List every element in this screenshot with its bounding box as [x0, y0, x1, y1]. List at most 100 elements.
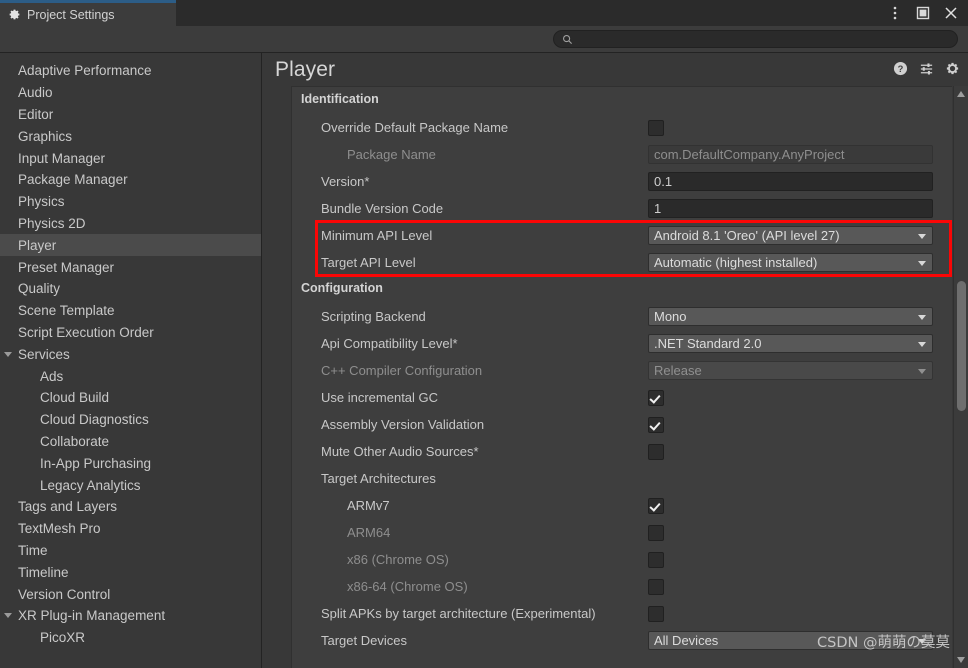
sidebar-item-label: Services: [18, 346, 70, 362]
sidebar-item-physics[interactable]: Physics: [0, 191, 261, 213]
help-icon[interactable]: ?: [893, 61, 908, 76]
checkbox[interactable]: [648, 605, 664, 622]
chevron-down-icon[interactable]: [4, 351, 12, 357]
row-label: Scripting Backend: [321, 309, 426, 324]
sidebar-item-scene-template[interactable]: Scene Template: [0, 300, 261, 322]
sidebar-item-label: In-App Purchasing: [40, 455, 152, 471]
row-label: Target Architectures: [321, 471, 436, 486]
close-icon[interactable]: [938, 1, 964, 25]
sidebar-item-collaborate[interactable]: Collaborate: [0, 431, 261, 453]
panel-header-icons: ?: [893, 61, 960, 76]
inspector-scrollbar[interactable]: [953, 86, 968, 668]
sidebar-item-label: Legacy Analytics: [40, 477, 141, 493]
settings-category-sidebar[interactable]: Adaptive Performance Audio Editor Graphics I…: [0, 53, 262, 668]
title-bar: Project Settings: [0, 0, 968, 26]
checkbox[interactable]: [648, 497, 664, 514]
sidebar-item-quality[interactable]: Quality: [0, 278, 261, 300]
checkbox[interactable]: [648, 551, 664, 568]
text-field[interactable]: 0.1: [648, 172, 933, 191]
sidebar-item-physics-2d[interactable]: Physics 2D: [0, 213, 261, 235]
settings-gear-icon[interactable]: [945, 61, 960, 76]
preset-icon[interactable]: [919, 61, 934, 76]
sidebar-item-label: Timeline: [18, 564, 69, 580]
section-title: Identification: [301, 92, 379, 106]
row-label: Bundle Version Code: [321, 201, 444, 216]
sidebar-item-label: Version Control: [18, 586, 111, 602]
sidebar-item-label: Scene Template: [18, 303, 115, 319]
settings-row: Use incremental GC: [292, 384, 952, 411]
sidebar-item-label: Physics: [18, 194, 65, 210]
row-label: Override Default Package Name: [321, 120, 509, 135]
dropdown-value: All Devices: [654, 633, 719, 648]
sidebar-item-services[interactable]: Services: [0, 343, 261, 365]
dropdown-value: Mono: [654, 309, 687, 324]
sidebar-item-label: Collaborate: [40, 433, 110, 449]
sidebar-item-label: PicoXR: [40, 630, 86, 646]
checkbox[interactable]: [648, 119, 664, 136]
row-label: ARM64: [347, 525, 391, 540]
settings-row: ARM64: [292, 519, 952, 546]
settings-row: Assembly Version Validation: [292, 411, 952, 438]
chevron-down-icon[interactable]: [4, 613, 12, 619]
sidebar-item-adaptive-performance[interactable]: Adaptive Performance: [0, 60, 261, 82]
sidebar-item-legacy-analytics[interactable]: Legacy Analytics: [0, 474, 261, 496]
sidebar-item-label: Preset Manager: [18, 259, 115, 275]
more-options-icon[interactable]: [882, 1, 908, 25]
row-label: Minimum API Level: [321, 228, 433, 243]
tab-project-settings[interactable]: Project Settings: [0, 0, 176, 26]
sidebar-item-tags-and-layers[interactable]: Tags and Layers: [0, 496, 261, 518]
row-label: Assembly Version Validation: [321, 417, 485, 432]
search-box[interactable]: [553, 30, 958, 48]
sidebar-item-time[interactable]: Time: [0, 540, 261, 562]
settings-row: Minimum API Level Android 8.1 'Oreo' (API…: [292, 222, 952, 249]
settings-row: Target API Level Automatic (highest insta…: [292, 249, 952, 276]
sidebar-item-audio[interactable]: Audio: [0, 82, 261, 104]
sidebar-item-preset-manager[interactable]: Preset Manager: [0, 256, 261, 278]
sidebar-item-editor[interactable]: Editor: [0, 104, 261, 126]
dropdown[interactable]: Android 8.1 'Oreo' (API level 27): [648, 226, 933, 245]
dropdown-value: .NET Standard 2.0: [654, 336, 762, 351]
dropdown[interactable]: .NET Standard 2.0: [648, 334, 933, 353]
sidebar-item-textmesh-pro[interactable]: TextMesh Pro: [0, 518, 261, 540]
checkbox[interactable]: [648, 578, 664, 595]
sidebar-item-in-app-purchasing[interactable]: In-App Purchasing: [0, 452, 261, 474]
chevron-down-icon: [918, 260, 926, 266]
row-label: Split APKs by target architecture (Exper…: [321, 606, 596, 621]
scroll-up-arrow-icon[interactable]: [957, 91, 965, 97]
sidebar-item-input-manager[interactable]: Input Manager: [0, 147, 261, 169]
sidebar-item-picoxr[interactable]: PicoXR: [0, 627, 261, 649]
scrollbar-thumb[interactable]: [957, 281, 966, 411]
settings-row: Target Architectures: [292, 465, 952, 492]
scroll-down-arrow-icon[interactable]: [957, 657, 965, 663]
dropdown-value: Android 8.1 'Oreo' (API level 27): [654, 228, 840, 243]
gear-icon: [9, 9, 20, 20]
dropdown: Release: [648, 361, 933, 380]
checkbox[interactable]: [648, 389, 664, 406]
sidebar-item-script-execution-order[interactable]: Script Execution Order: [0, 322, 261, 344]
sidebar-item-timeline[interactable]: Timeline: [0, 561, 261, 583]
section-title: Configuration: [301, 281, 383, 295]
dropdown[interactable]: Mono: [648, 307, 933, 326]
settings-row: Split APKs by target architecture (Exper…: [292, 600, 952, 627]
search-input[interactable]: [577, 33, 949, 45]
sidebar-item-graphics[interactable]: Graphics: [0, 125, 261, 147]
sidebar-item-package-manager[interactable]: Package Manager: [0, 169, 261, 191]
checkbox[interactable]: [648, 416, 664, 433]
settings-row: Mute Other Audio Sources*: [292, 438, 952, 465]
tab-label: Project Settings: [27, 7, 115, 22]
dropdown[interactable]: Automatic (highest installed): [648, 253, 933, 272]
checkbox[interactable]: [648, 524, 664, 541]
sidebar-item-ads[interactable]: Ads: [0, 365, 261, 387]
chevron-down-icon: [918, 368, 926, 374]
maximize-icon[interactable]: [910, 1, 936, 25]
sidebar-item-player[interactable]: Player: [0, 234, 261, 257]
settings-row: Scripting Backend Mono: [292, 303, 952, 330]
row-label: Target API Level: [321, 255, 416, 270]
sidebar-item-cloud-diagnostics[interactable]: Cloud Diagnostics: [0, 409, 261, 431]
sidebar-item-cloud-build[interactable]: Cloud Build: [0, 387, 261, 409]
sidebar-item-xr-plug-in-management[interactable]: XR Plug-in Management: [0, 605, 261, 627]
row-label: Mute Other Audio Sources*: [321, 444, 479, 459]
checkbox[interactable]: [648, 443, 664, 460]
text-field[interactable]: 1: [648, 199, 933, 218]
sidebar-item-version-control[interactable]: Version Control: [0, 583, 261, 605]
